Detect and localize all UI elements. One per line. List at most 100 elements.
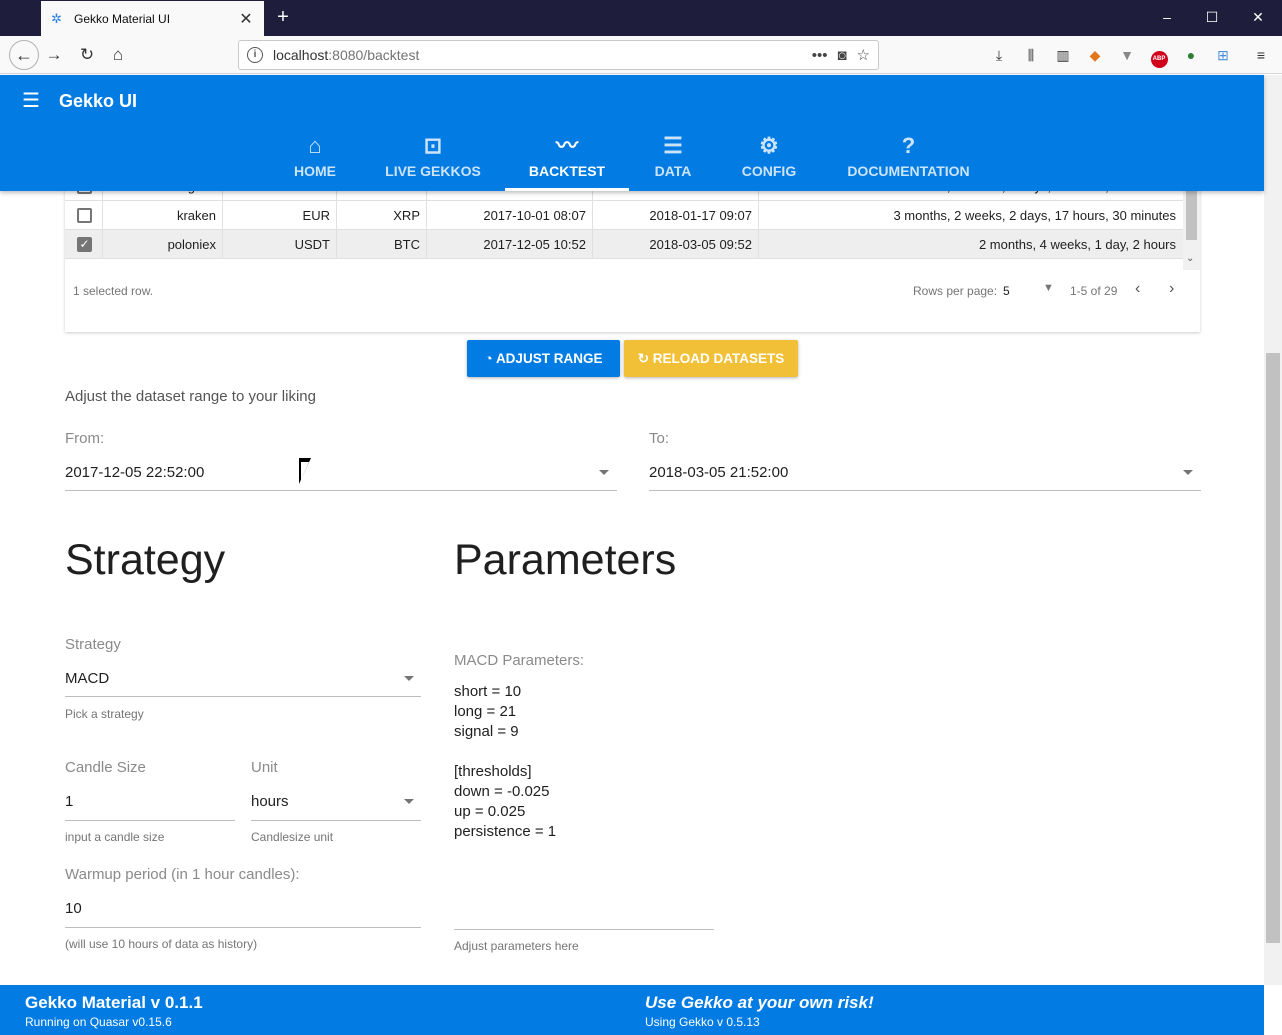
candle-size-input[interactable]: 1 — [65, 793, 73, 810]
tab-backtest[interactable]: 〰 BACKTEST — [505, 133, 629, 191]
table-row[interactable]: kraken EUR XRP 2017-10-01 08:07 2018-01-17 0… — [65, 201, 1183, 230]
unit-select[interactable]: hours — [251, 793, 289, 810]
table-row[interactable]: ✓ poloniex USDT BTC 2017-12-05 10:52 2018-03-… — [65, 230, 1183, 259]
tab-documentation[interactable]: ? DOCUMENTATION — [842, 133, 975, 191]
param-line: persistence = 1 — [454, 823, 557, 840]
table-footer: 1 selected row. Rows per page: 5 ▼ 1-5 o… — [65, 270, 1200, 312]
timeline-icon: 〰 — [555, 133, 578, 158]
to-label: To: — [649, 430, 670, 447]
forward-icon[interactable]: → — [43, 44, 65, 66]
rows-per-page-dropdown-icon[interactable]: ▼ — [1043, 282, 1054, 294]
range-intro: Adjust the dataset range to your liking — [65, 388, 316, 405]
strategy-heading: Strategy — [65, 536, 226, 584]
table-cell-exchange: poloniex — [103, 230, 223, 259]
browser-menu-icon[interactable]: ≡ — [1251, 45, 1271, 65]
table-cell-asset: BTC — [337, 230, 427, 259]
strategy-select[interactable]: MACD — [65, 670, 109, 687]
adblock-icon[interactable]: ABP — [1149, 45, 1169, 68]
to-underline — [649, 490, 1201, 491]
from-dropdown-icon[interactable] — [599, 470, 609, 475]
warmup-input[interactable]: 10 — [65, 900, 82, 917]
bookmark-star-icon[interactable]: ☆ — [857, 46, 870, 64]
param-line: short = 10 — [454, 683, 522, 700]
parameters-helper: Adjust parameters here — [454, 939, 579, 953]
app-header: ☰ Gekko UI ⌂ HOME ⊡ LIVE GEKKOS 〰 BACKTE… — [0, 75, 1264, 191]
candle-size-underline — [65, 820, 235, 821]
table-cell-currency: EUR — [223, 201, 337, 230]
table-cell-exchange: kraken — [103, 201, 223, 230]
unit-underline — [251, 820, 421, 821]
candle-size-helper: input a candle size — [65, 830, 165, 844]
footer-warning: Use Gekko at your own risk! — [645, 993, 874, 1012]
parameters-heading: Parameters — [454, 536, 677, 584]
extension-v-icon[interactable]: ▼ — [1117, 45, 1137, 65]
gekko-favicon-icon: ✲ — [51, 10, 62, 26]
scroll-down-icon[interactable]: ⌄ — [1186, 253, 1194, 264]
back-icon[interactable]: ← — [9, 40, 39, 70]
param-line: signal = 9 — [454, 723, 519, 740]
rows-per-page-select[interactable]: 5 — [1003, 284, 1010, 298]
maximize-icon[interactable]: ☐ — [1197, 6, 1227, 28]
hamburger-menu-icon[interactable]: ☰ — [20, 90, 42, 112]
app-footer: Gekko Material v 0.1.1 Running on Quasar… — [0, 985, 1264, 1035]
globe-extension-icon[interactable]: ● — [1181, 45, 1201, 65]
cast-icon: ⊡ — [423, 133, 443, 158]
adjust-range-button[interactable]: ◔ ADJUST RANGE — [467, 340, 620, 377]
to-input[interactable]: 2018-03-05 21:52:00 — [649, 464, 788, 481]
url-bar[interactable]: i localhost:8080/backtest ••• ◙ ☆ — [238, 40, 879, 70]
warmup-helper: (will use 10 hours of data as history) — [65, 937, 258, 951]
browser-tab[interactable]: ✲ Gekko Material UI ✕ — [41, 1, 264, 36]
url-text[interactable]: localhost:8080/backtest — [273, 47, 802, 63]
reload-icon[interactable]: ↻ — [76, 44, 98, 66]
footer-version: Gekko Material v 0.1.1 — [25, 993, 203, 1012]
param-line: up = 0.025 — [454, 803, 526, 820]
sidebar-icon[interactable]: ▥ — [1053, 45, 1073, 65]
candle-size-label: Candle Size — [65, 759, 146, 776]
tab-data[interactable]: ☰ DATA — [646, 133, 700, 191]
grid-extension-icon[interactable]: ⊞ — [1213, 45, 1233, 65]
mouse-cursor-fill — [301, 462, 309, 480]
table-cell-to: 2018-01-17 09:07 — [593, 201, 759, 230]
help-icon: ? — [901, 133, 916, 158]
metamask-icon[interactable]: ◆ — [1085, 45, 1105, 65]
downloads-icon[interactable]: ⤓ — [989, 45, 1009, 65]
reload-datasets-button[interactable]: ↻ RELOAD DATASETS — [624, 340, 798, 377]
table-cell-asset: XRP — [337, 201, 427, 230]
app-title: Gekko UI — [59, 91, 138, 111]
footer-quasar: Running on Quasar v0.15.6 — [25, 1015, 172, 1029]
footer-gekko-version: Using Gekko v 0.5.13 — [645, 1015, 760, 1029]
info-icon[interactable]: i — [247, 47, 263, 63]
minimize-icon[interactable]: – — [1152, 6, 1182, 28]
close-tab-icon[interactable]: ✕ — [238, 9, 254, 29]
prev-page-icon[interactable]: ‹ — [1135, 280, 1140, 298]
page-actions-icon[interactable]: ••• — [812, 47, 828, 64]
to-dropdown-icon[interactable] — [1183, 470, 1193, 475]
pocket-icon[interactable]: ◙ — [837, 47, 846, 64]
table-cell-from: 2017-10-01 08:07 — [427, 201, 593, 230]
checkbox-cell — [65, 201, 103, 230]
table-cell-duration: 3 months, 2 weeks, 2 days, 17 hours, 30 … — [893, 208, 1176, 223]
strategy-dropdown-icon[interactable] — [404, 676, 414, 681]
home-page-icon[interactable]: ⌂ — [107, 44, 129, 66]
from-label: From: — [65, 430, 105, 447]
checkbox-cell — [65, 230, 103, 259]
next-page-icon[interactable]: › — [1169, 280, 1174, 298]
table-cell-currency: USDT — [223, 230, 337, 259]
range-icon: ◔ — [484, 351, 496, 366]
from-input[interactable]: 2017-12-05 22:52:00 — [65, 464, 204, 481]
parameters-label: MACD Parameters: — [454, 652, 585, 669]
page-scrollbar[interactable] — [1264, 75, 1282, 985]
parameters-textarea[interactable]: short = 10 long = 21 signal = 9 [thresho… — [454, 682, 714, 842]
window-close-icon[interactable]: ✕ — [1243, 6, 1273, 28]
tab-live-gekkos[interactable]: ⊡ LIVE GEKKOS — [381, 133, 485, 191]
unit-label: Unit — [251, 759, 278, 776]
new-tab-icon[interactable]: + — [272, 6, 294, 28]
tab-config[interactable]: ⚙ CONFIG — [736, 133, 802, 191]
tab-home[interactable]: ⌂ HOME — [286, 133, 344, 191]
refresh-icon: ↻ — [637, 351, 653, 366]
page-scroll-thumb[interactable] — [1266, 353, 1280, 943]
rows-per-page-label: Rows per page: — [913, 284, 998, 298]
from-underline — [65, 490, 617, 491]
unit-dropdown-icon[interactable] — [404, 799, 414, 804]
library-icon[interactable]: ⫼ — [1021, 45, 1041, 65]
